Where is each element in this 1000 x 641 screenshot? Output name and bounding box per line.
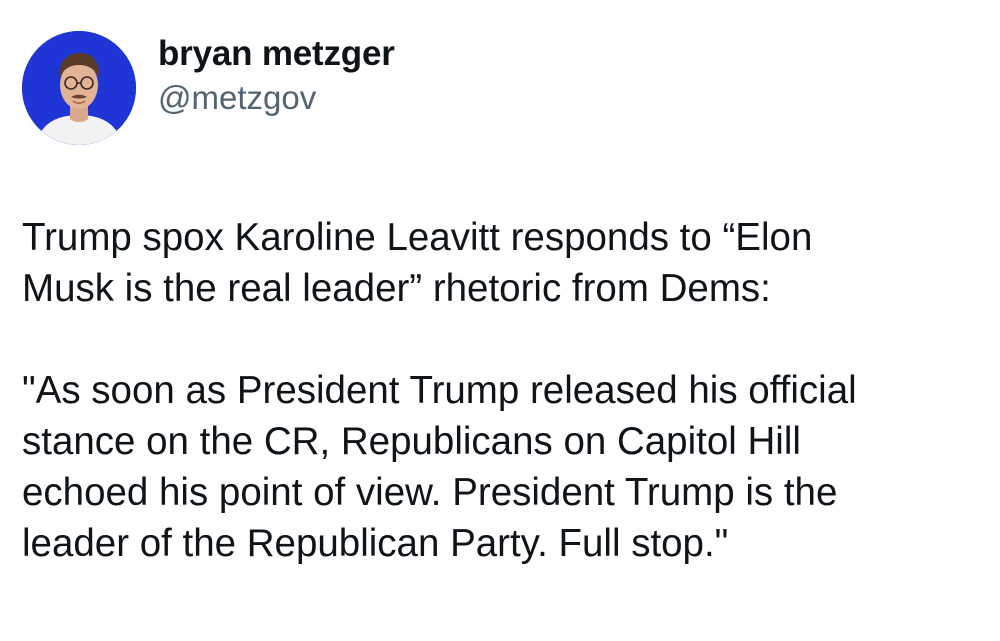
author-handle[interactable]: @metzgov xyxy=(158,77,395,119)
tweet-paragraph-1: Trump spox Karoline Leavitt responds to … xyxy=(22,216,813,310)
author-names: bryan metzger @metzgov xyxy=(158,33,395,119)
tweet-header: bryan metzger @metzgov xyxy=(22,30,395,146)
author-display-name[interactable]: bryan metzger xyxy=(158,33,395,75)
profile-photo-icon xyxy=(22,31,136,145)
tweet-text: Trump spox Karoline Leavitt responds to … xyxy=(22,212,982,569)
tweet-card: bryan metzger @metzgov Trump spox Karoli… xyxy=(0,0,1000,641)
tweet-paragraph-2: "As soon as President Trump released his… xyxy=(22,369,857,565)
avatar[interactable] xyxy=(22,31,136,145)
